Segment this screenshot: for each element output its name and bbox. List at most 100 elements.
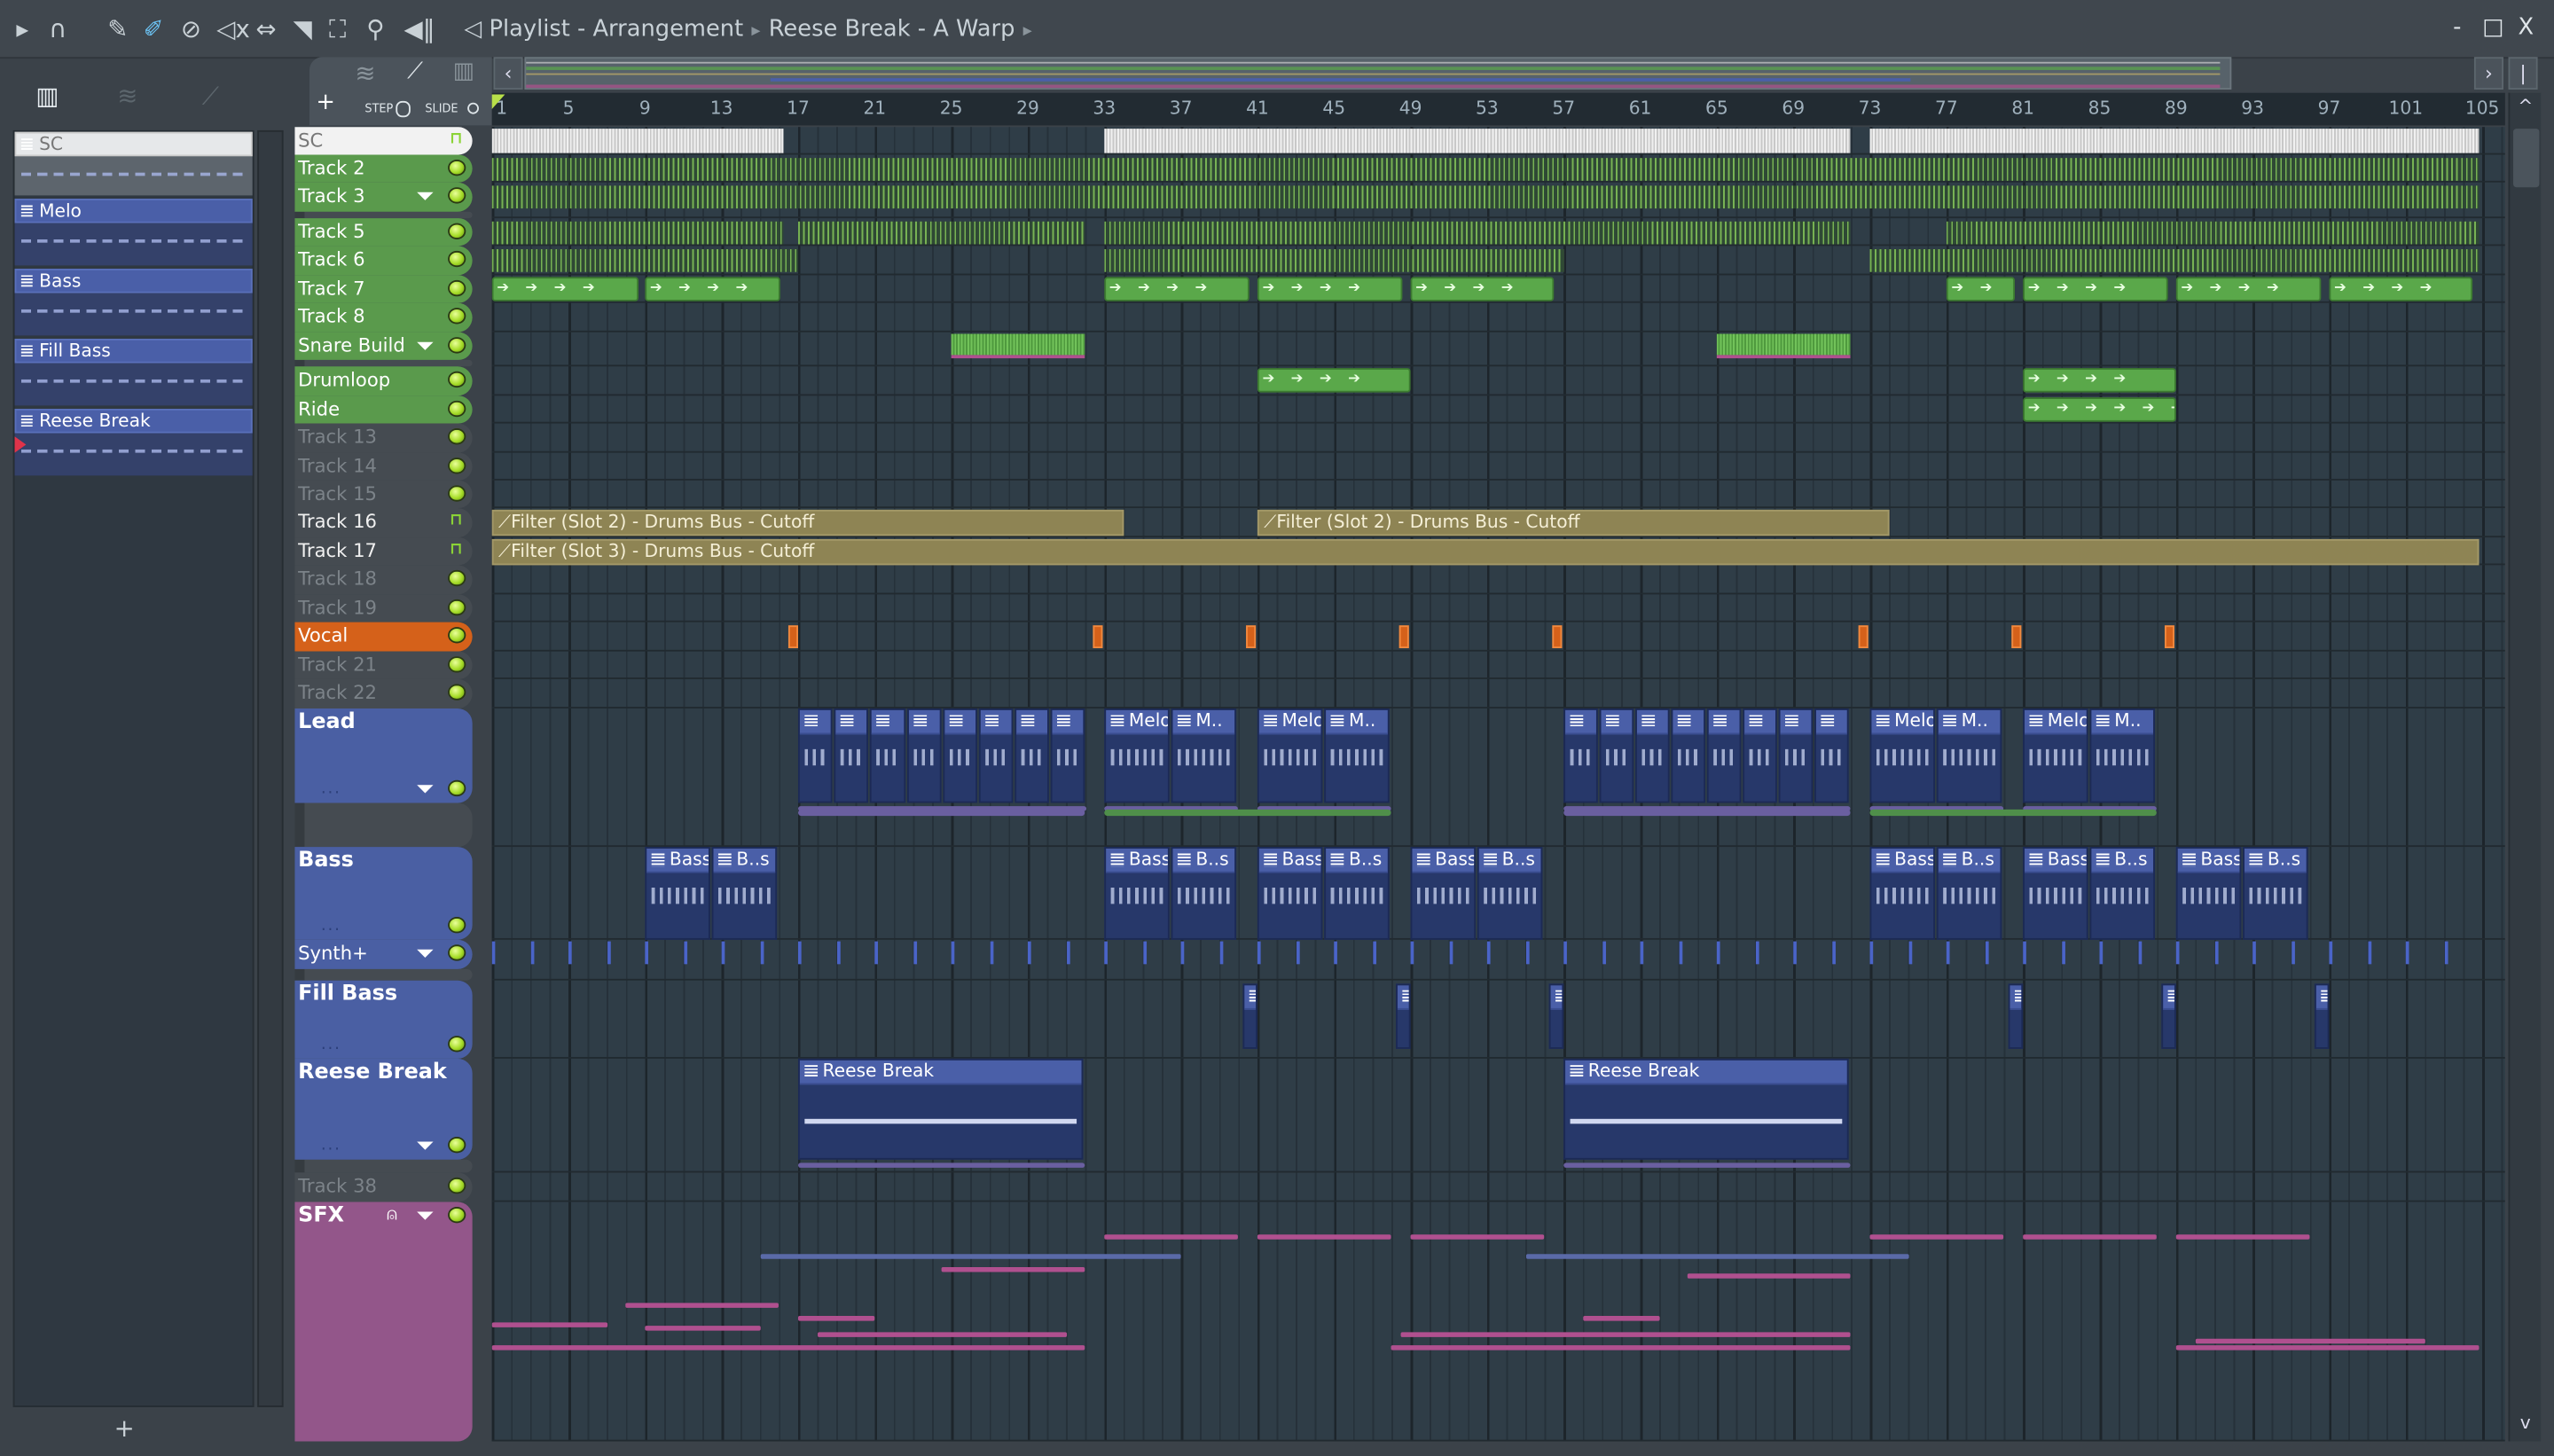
sfx-note-clip[interactable]: [1410, 1234, 1545, 1240]
title-pattern[interactable]: Reese Break - A Warp: [769, 16, 1015, 42]
bass-clip[interactable]: B..s: [711, 847, 778, 940]
track-name[interactable]: Track 6: [298, 247, 364, 270]
pattern-clip-drums[interactable]: [1946, 221, 2479, 245]
track-header-track-7[interactable]: Track 7: [294, 275, 473, 303]
delete-icon[interactable]: ⊘: [181, 15, 201, 44]
track-header-track-38[interactable]: Track 38: [294, 1172, 473, 1202]
track-name[interactable]: Bass: [298, 849, 354, 873]
playback-icon[interactable]: ◀‖: [404, 15, 435, 44]
dropdown-arrow-icon[interactable]: [417, 949, 434, 958]
track-name[interactable]: Track 38: [298, 1174, 377, 1197]
bass-clip[interactable]: B..s: [1171, 847, 1237, 940]
automation-clip[interactable]: ⟋Filter (Slot 3) - Drums Bus - Cutoff: [491, 538, 2479, 566]
track-header-sfx[interactable]: SFX ⍝: [294, 1202, 473, 1442]
waveform-icon[interactable]: ≋: [117, 82, 137, 111]
audio-clip[interactable]: ➔➔➔➔: [2023, 277, 2169, 301]
track-name[interactable]: Snare Build: [298, 334, 405, 357]
sfx-note-clip[interactable]: [645, 1326, 760, 1331]
mute-led-icon[interactable]: [448, 627, 466, 644]
track-lane-reese-break[interactable]: [491, 1059, 2505, 1173]
mute-led-icon[interactable]: [448, 187, 466, 204]
sfx-note-clip[interactable]: [1688, 1273, 1851, 1279]
track-name[interactable]: Track 8: [298, 304, 364, 327]
track-lane-fill-bass[interactable]: [491, 981, 2505, 1059]
vertical-scrollbar[interactable]: ^ v: [2508, 92, 2542, 1442]
track-header-drumloop[interactable]: Drumloop: [294, 366, 473, 396]
picker-item-bass[interactable]: Bass: [14, 269, 253, 336]
mute-led-icon[interactable]: [448, 779, 466, 797]
audio-clip[interactable]: ➔➔➔➔: [645, 277, 781, 301]
maximize-button[interactable]: □: [2482, 15, 2503, 41]
dropdown-arrow-icon[interactable]: [417, 192, 434, 200]
scroll-left-button[interactable]: ‹: [493, 57, 523, 90]
mute-icon[interactable]: ◁x: [216, 15, 250, 44]
melo-clip[interactable]: M..: [1324, 708, 1391, 803]
melo-clip[interactable]: [797, 708, 833, 803]
dropdown-arrow-icon[interactable]: [417, 1141, 434, 1150]
sfx-note-clip[interactable]: [1525, 1254, 1908, 1259]
step-toggle-icon[interactable]: [396, 100, 411, 118]
melo-clip[interactable]: M..: [2089, 708, 2156, 803]
fill-bass-clip[interactable]: [1395, 983, 1411, 1049]
pattern-clip-drums[interactable]: [491, 185, 2479, 209]
melo-clip[interactable]: Melo: [2023, 708, 2088, 803]
fill-bass-clip[interactable]: [1547, 983, 1564, 1049]
track-header-track-19[interactable]: Track 19: [294, 594, 473, 622]
pattern-clip-drums[interactable]: [797, 221, 1085, 245]
bass-clip[interactable]: B..s: [1477, 847, 1543, 940]
pattern-clip-drums[interactable]: [1104, 221, 1851, 245]
mute-led-icon[interactable]: [448, 337, 466, 354]
sfx-note-clip[interactable]: [2175, 1345, 2479, 1350]
melo-clip[interactable]: [942, 708, 977, 803]
automation-icon[interactable]: ⟋: [407, 59, 423, 84]
scroll-down-icon[interactable]: v: [2511, 1412, 2539, 1437]
piano-roll-icon[interactable]: ▥: [35, 82, 59, 111]
audio-clip[interactable]: ➔➔➔➔: [1257, 368, 1411, 393]
audio-clip-sc[interactable]: [1104, 129, 1851, 153]
audio-clip[interactable]: ➔➔➔➔➔➔➔➔: [2023, 397, 2176, 422]
melo-clip[interactable]: [1743, 708, 1778, 803]
pattern-clip-drums[interactable]: [491, 249, 798, 272]
track-header-track-17[interactable]: Track 17 ⊓: [294, 537, 473, 566]
melo-clip[interactable]: [1779, 708, 1814, 803]
mute-led-icon[interactable]: [448, 1036, 466, 1053]
close-button[interactable]: X: [2519, 15, 2534, 41]
fill-bass-clip[interactable]: [1242, 983, 1257, 1049]
audio-clip[interactable]: ➔➔: [1946, 277, 2016, 301]
track-name[interactable]: Track 15: [298, 482, 377, 505]
waveform-icon[interactable]: ≋: [355, 59, 375, 88]
vocal-clip[interactable]: [2011, 625, 2022, 649]
track-header-track-16[interactable]: Track 16 ⊓: [294, 508, 473, 538]
track-header-track-15[interactable]: Track 15: [294, 480, 473, 509]
reese-break-clip[interactable]: Reese Break: [797, 1058, 1084, 1160]
zoom-icon[interactable]: ⚲: [366, 15, 384, 44]
playhead-marker-icon[interactable]: [491, 94, 505, 110]
track-lane-ride[interactable]: [491, 395, 2505, 424]
track-lane-synth-[interactable]: [491, 940, 2505, 981]
track-name[interactable]: SFX: [298, 1204, 344, 1228]
record-mic-icon[interactable]: ⍝: [387, 1203, 397, 1226]
picker-item-fill-bass[interactable]: Fill Bass: [14, 339, 253, 406]
melo-clip[interactable]: [1015, 708, 1050, 803]
audio-clip[interactable]: ➔➔➔➔: [2023, 368, 2176, 393]
vocal-clip[interactable]: [1398, 625, 1409, 649]
vertical-scroll-thumb[interactable]: [2513, 129, 2540, 188]
mute-led-icon[interactable]: [448, 1177, 466, 1194]
automation-clip[interactable]: ⟋Filter (Slot 2) - Drums Bus - Cutoff: [491, 509, 1124, 536]
pencil-icon[interactable]: ✎: [107, 15, 128, 44]
track-lane-lead[interactable]: [491, 708, 2505, 848]
track-lane-track-22[interactable]: [491, 679, 2505, 708]
audio-clip[interactable]: ➔➔➔➔: [491, 277, 639, 301]
picker-item-reese-break[interactable]: Reese Break: [14, 409, 253, 476]
track-name[interactable]: Track 7: [298, 277, 364, 300]
picker-scrollbar[interactable]: [257, 129, 284, 1407]
play-arrow-icon[interactable]: ▸: [16, 15, 28, 44]
track-header-track-8[interactable]: Track 8: [294, 302, 473, 333]
lock-icon[interactable]: ⊓: [450, 130, 463, 148]
melo-clip[interactable]: [1599, 708, 1634, 803]
track-name[interactable]: Track 17: [298, 539, 377, 562]
pattern-clip-drums[interactable]: [1869, 249, 2479, 272]
sfx-note-clip[interactable]: [491, 1322, 607, 1327]
mute-led-icon[interactable]: [448, 1137, 466, 1154]
melo-clip[interactable]: [870, 708, 905, 803]
